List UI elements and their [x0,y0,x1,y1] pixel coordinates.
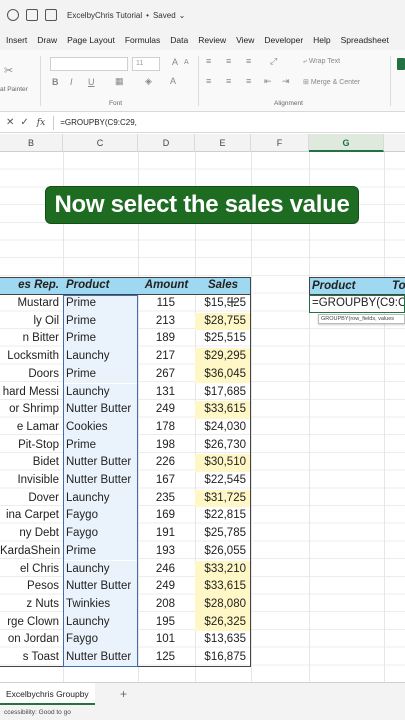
header-border [0,277,251,295]
product-range-selection [63,295,138,667]
undo-icon[interactable] [45,9,57,21]
tab-spreadsheet[interactable]: Spreadsheet [336,35,394,45]
font-group-label: Font [109,100,123,107]
tab-insert[interactable]: Insert [0,35,32,45]
orientation-icon[interactable]: ⤢ [270,56,277,67]
column-header-g[interactable]: G [309,134,384,152]
shrink-font-icon[interactable]: A [184,59,189,66]
insert-function-icon[interactable]: fx [37,118,45,128]
format-painter-label[interactable]: at Painter [0,86,28,93]
alignment-group-label: Alignment [274,100,303,107]
column-header-c[interactable]: C [63,134,138,152]
tab-review[interactable]: Review [193,35,231,45]
ribbon-divider [40,56,41,106]
grow-font-icon[interactable]: A [172,57,178,67]
cut-icon[interactable]: ✂ [4,64,13,77]
formula-bar: ✕ ✓ fx =GROUPBY(C9:C29, [0,113,405,133]
cell-select-cursor-icon [227,297,237,307]
formula-bar-divider [53,115,55,130]
tab-data[interactable]: Data [165,35,193,45]
number-format-icon[interactable] [397,58,405,70]
chevron-down-icon[interactable]: ⌄ [179,11,186,20]
column-header-d[interactable]: D [138,134,195,152]
formula-enter-icon[interactable]: ✓ [20,117,28,128]
title-bar: ExcelbyChris Tutorial • Saved ⌄ [0,0,405,30]
borders-icon[interactable]: ▦ [115,76,124,87]
formula-input[interactable]: =GROUPBY(C9:C29, [60,118,137,127]
merge-center-button[interactable]: ⊞ Merge & Center [303,78,360,86]
active-formula-cell[interactable]: =GROUPBY(C9:C2 [309,295,405,313]
grid-line [251,152,252,682]
function-tooltip[interactable]: GROUPBY(row_fields, values [318,314,405,324]
ribbon-divider [198,56,199,106]
ribbon-tabs: Insert Draw Page Layout Formulas Data Re… [0,30,405,50]
column-headers: B C D E F G [0,134,405,152]
align-bottom-icon[interactable]: ≡ [246,56,251,66]
align-right-icon[interactable]: ≡ [246,76,251,86]
workbook-title: ExcelbyChris Tutorial [67,10,143,20]
instruction-banner: Now select the sales value [45,186,359,224]
grid-line [309,152,310,682]
underline-icon[interactable]: U [88,77,95,87]
formula-cancel-icon[interactable]: ✕ [6,117,14,128]
font-name-box[interactable] [50,57,128,71]
status-bar: ccessibility: Good to go [0,706,405,720]
wrap-text-label: Wrap Text [308,58,341,65]
increase-indent-icon[interactable]: ⇥ [282,76,290,87]
wrap-text-button[interactable]: ⤶ Wrap Text [303,58,340,66]
tab-draw[interactable]: Draw [32,35,62,45]
tab-developer[interactable]: Developer [259,35,308,45]
fill-color-icon[interactable]: ◈ [145,76,152,87]
column-header-f[interactable]: F [251,134,309,152]
decrease-indent-icon[interactable]: ⇤ [264,76,272,87]
tab-help[interactable]: Help [308,35,335,45]
autosave-toggle-icon[interactable] [7,9,19,21]
merge-center-label: Merge & Center [310,79,361,86]
output-header-product[interactable]: Product [309,277,384,295]
ribbon: ✂ at Painter 11 A A B I U ▦ ◈ A Font ≡ ≡… [0,50,405,112]
sheet-tab-groupby[interactable]: Excelbychris Groupby [0,683,95,705]
align-top-icon[interactable]: ≡ [206,56,211,66]
title-separator: • [146,10,149,20]
font-size-box[interactable]: 11 [132,57,160,71]
output-header-total[interactable]: To [384,277,405,295]
ribbon-divider [390,56,391,106]
tab-formulas[interactable]: Formulas [120,35,165,45]
tab-view[interactable]: View [231,35,259,45]
align-middle-icon[interactable]: ≡ [226,56,231,66]
column-header-e[interactable]: E [195,134,251,152]
align-center-icon[interactable]: ≡ [226,76,231,86]
add-sheet-button[interactable]: + [120,683,127,705]
save-status: Saved [152,10,176,20]
bold-icon[interactable]: B [52,77,59,87]
tab-page-layout[interactable]: Page Layout [62,35,120,45]
save-icon[interactable] [26,9,38,21]
font-color-icon[interactable]: A [170,76,176,86]
italic-icon[interactable]: I [70,77,73,87]
sheet-tab-bar: Excelbychris Groupby + [0,682,405,706]
align-left-icon[interactable]: ≡ [206,76,211,86]
grid-line [384,152,385,682]
column-header-b[interactable]: B [0,134,63,152]
